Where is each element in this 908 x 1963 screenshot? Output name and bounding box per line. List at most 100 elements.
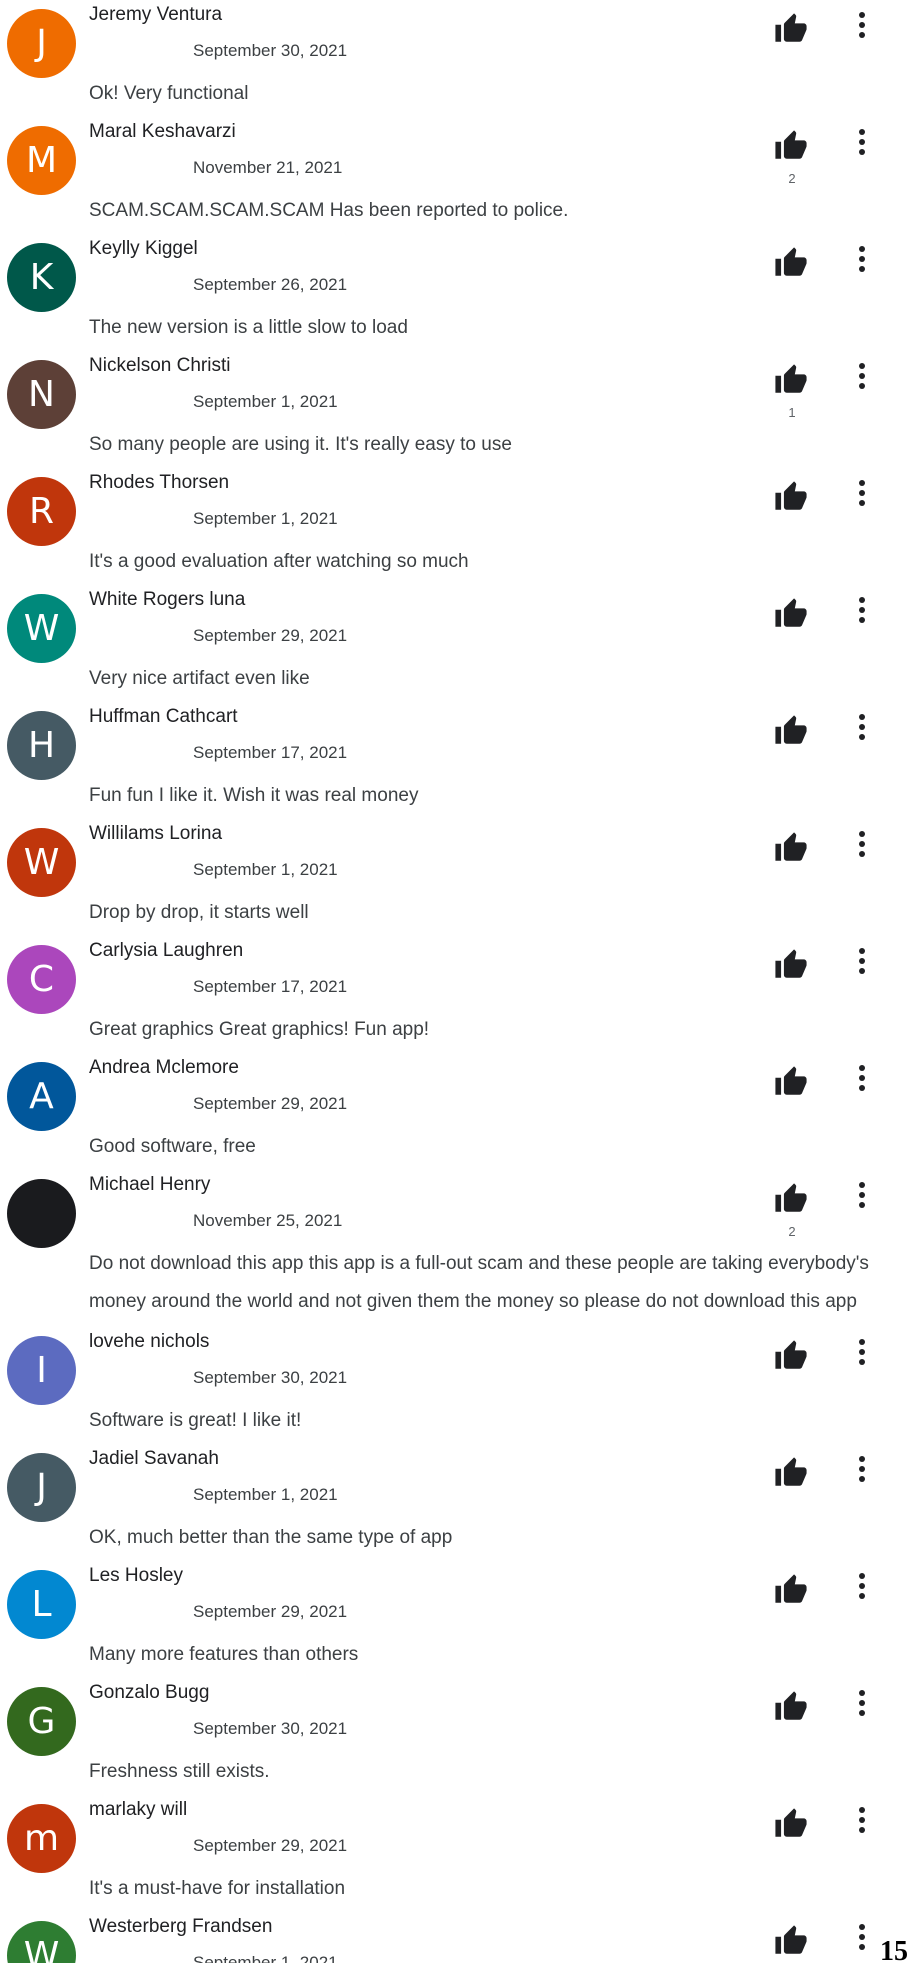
avatar: W (7, 1921, 76, 1963)
review-text: The new version is a little slow to load (89, 317, 408, 338)
more-vertical-icon[interactable] (851, 478, 873, 508)
reviewer-name: Westerberg Frandsen (89, 1916, 273, 1937)
avatar: R (7, 477, 76, 546)
reviewer-name: Willilams Lorina (89, 823, 223, 844)
avatar: G (7, 1687, 76, 1756)
review-text: Many more features than others (89, 1644, 359, 1665)
avatar: W (7, 828, 76, 897)
review-date: November 21, 2021 (193, 158, 343, 177)
more-vertical-icon[interactable] (851, 127, 873, 157)
review-date: September 29, 2021 (193, 1836, 348, 1855)
review-text: It's a must-have for installation (89, 1878, 346, 1899)
review-text: SCAM.SCAM.SCAM.SCAM Has been reported to… (89, 200, 569, 221)
review-text: So many people are using it. It's really… (89, 434, 512, 455)
more-vertical-icon[interactable] (851, 1805, 873, 1835)
thumb-up-icon[interactable] (773, 363, 809, 397)
review-text: It's a good evaluation after watching so… (89, 551, 469, 572)
thumb-up-icon[interactable] (773, 948, 809, 982)
thumb-up-icon[interactable] (773, 1182, 809, 1216)
review-date: September 1, 2021 (193, 392, 338, 411)
user-photo (7, 1179, 76, 1248)
reviewer-name: White Rogers luna (89, 589, 246, 610)
reviewer-name: Carlysia Laughren (89, 940, 244, 961)
review-text: Freshness still exists. (89, 1761, 270, 1782)
more-vertical-icon[interactable] (851, 10, 873, 40)
review-date: September 1, 2021 (193, 1485, 338, 1504)
review-text: Great graphics Great graphics! Fun app! (89, 1019, 430, 1040)
thumb-up-icon[interactable] (773, 1339, 809, 1373)
reviewer-name: Andrea Mclemore (89, 1057, 239, 1078)
avatar: m (7, 1804, 76, 1873)
avatar: L (7, 1570, 76, 1639)
review-text: Do not download this app this app is a f… (89, 1253, 869, 1312)
reviewer-name: Jadiel Savanah (89, 1448, 219, 1469)
review-date: September 29, 2021 (193, 626, 348, 645)
review-date: September 29, 2021 (193, 1094, 348, 1113)
review-date: September 1, 2021 (193, 860, 338, 879)
reviewer-name: Huffman Cathcart (89, 706, 238, 727)
thumb-up-icon[interactable] (773, 1807, 809, 1841)
thumb-up-icon[interactable] (773, 12, 809, 46)
avatar: K (7, 243, 76, 312)
review-date: September 30, 2021 (193, 1719, 348, 1738)
review-date: September 17, 2021 (193, 977, 348, 996)
reviewer-name: lovehe nichols (89, 1331, 210, 1352)
review-text: OK, much better than the same type of ap… (89, 1527, 453, 1548)
avatar: N (7, 360, 76, 429)
thumb-up-icon[interactable] (773, 246, 809, 280)
thumb-up-icon[interactable] (773, 1456, 809, 1490)
more-vertical-icon[interactable] (851, 1180, 873, 1210)
reviewer-name: Keylly Kiggel (89, 238, 198, 259)
avatar: M (7, 126, 76, 195)
reviewer-name: Nickelson Christi (89, 355, 231, 376)
review-text: Software is great! I like it! (89, 1410, 302, 1431)
review-text: Drop by drop, it starts well (89, 902, 309, 923)
review-date: September 1, 2021 (193, 509, 338, 528)
page-number: 15 (880, 1936, 908, 1963)
more-vertical-icon[interactable] (851, 946, 873, 976)
review-date: September 1, 2021 (193, 1953, 338, 1963)
like-count: 2 (788, 171, 796, 186)
reviewer-name: Gonzalo Bugg (89, 1682, 210, 1703)
avatar: J (7, 1453, 76, 1522)
reviewer-name: Jeremy Ventura (89, 4, 223, 25)
like-count: 2 (788, 1224, 796, 1239)
thumb-up-icon[interactable] (773, 1924, 809, 1958)
review-text: Fun fun I like it. Wish it was real mone… (89, 785, 419, 806)
more-vertical-icon[interactable] (851, 244, 873, 274)
thumb-up-icon[interactable] (773, 480, 809, 514)
review-date: September 29, 2021 (193, 1602, 348, 1621)
review-date: September 30, 2021 (193, 1368, 348, 1387)
thumb-up-icon[interactable] (773, 597, 809, 631)
avatar: W (7, 594, 76, 663)
more-vertical-icon[interactable] (851, 1063, 873, 1093)
more-vertical-icon[interactable] (851, 1922, 873, 1952)
more-vertical-icon[interactable] (851, 595, 873, 625)
thumb-up-icon[interactable] (773, 1690, 809, 1724)
review-date: September 26, 2021 (193, 275, 348, 294)
avatar: J (7, 9, 76, 78)
thumb-up-icon[interactable] (773, 129, 809, 163)
thumb-up-icon[interactable] (773, 714, 809, 748)
more-vertical-icon[interactable] (851, 1454, 873, 1484)
more-vertical-icon[interactable] (851, 361, 873, 391)
more-vertical-icon[interactable] (851, 1688, 873, 1718)
like-count: 1 (788, 405, 796, 420)
review-date: September 30, 2021 (193, 41, 348, 60)
more-vertical-icon[interactable] (851, 712, 873, 742)
thumb-up-icon[interactable] (773, 831, 809, 865)
reviewer-name: Les Hosley (89, 1565, 183, 1586)
avatar: I (7, 1336, 76, 1405)
thumb-up-icon[interactable] (773, 1573, 809, 1607)
more-vertical-icon[interactable] (851, 1337, 873, 1367)
review-text: Very nice artifact even like (89, 668, 310, 689)
more-vertical-icon[interactable] (851, 1571, 873, 1601)
reviewer-name: Rhodes Thorsen (89, 472, 230, 493)
more-vertical-icon[interactable] (851, 829, 873, 859)
thumb-up-icon[interactable] (773, 1065, 809, 1099)
avatar: H (7, 711, 76, 780)
reviewer-name: Michael Henry (89, 1174, 211, 1195)
avatar: A (7, 1062, 76, 1131)
reviewer-name: marlaky will (89, 1799, 188, 1820)
avatar: C (7, 945, 76, 1014)
